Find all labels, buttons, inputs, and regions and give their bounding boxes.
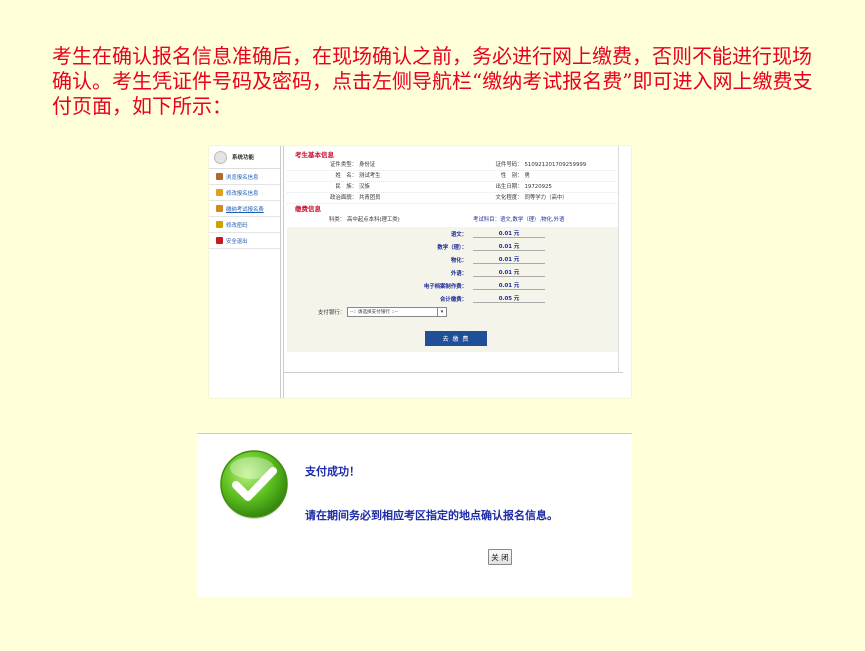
fee-row: 外语： 0.01 元: [287, 266, 618, 279]
field-label: 政治面貌：: [330, 195, 357, 201]
field-value: 同等学力（高中）: [524, 195, 568, 201]
info-row: 民 族： 汉族 出生日期： 19720925: [287, 182, 618, 193]
sidebar-header-label: 系统功能: [232, 155, 255, 161]
sidebar-item-change-password[interactable]: 修改密码: [209, 217, 280, 233]
bank-select[interactable]: --:: 请选择支付银行 ::-- ▾: [347, 307, 447, 317]
subject-label: 科类：: [328, 217, 345, 223]
bank-label: 支付银行：: [318, 310, 345, 316]
intro-paragraph: 考生在确认报名信息准确后，在现场确认之前，务必进行网上缴费，否则不能进行现场确认…: [52, 44, 813, 118]
pen-paper-icon: [216, 205, 223, 212]
fee-value: 0.01 元: [473, 255, 545, 264]
pencil-icon: [216, 189, 223, 196]
field-label: 证件类型：: [330, 162, 357, 168]
field-label: 民 族：: [335, 184, 357, 190]
sidebar: 系统功能 浏览报名信息 修改报名信息 缴纳考试报名费 修改密码 安全退出: [209, 146, 281, 398]
fee-value: 0.01 元: [473, 268, 545, 277]
subject-value: 高中起点本科(理工类): [347, 217, 400, 223]
main-content: 考生基本信息 证件类型： 身份证 证件号码： 510921201709259999 …: [287, 150, 618, 352]
field-value: 测试考生: [359, 173, 381, 179]
fee-total-row: 合计缴费： 0.05 元: [287, 292, 618, 305]
field-label: 出生日期：: [495, 184, 523, 190]
field-label: 文化程度：: [495, 195, 523, 201]
subject-row: 科类： 高中起点本科(理工类) 考试科目：语文,数学（理）,物化,外语: [287, 214, 618, 226]
fee-table: 语文： 0.01 元 数学（理）： 0.01 元 物化： 0.01 元 外语： 0.01…: [287, 227, 618, 352]
fee-value: 0.01 元: [473, 229, 545, 238]
divider: [283, 372, 623, 373]
sidebar-item-label: 修改密码: [226, 222, 248, 229]
field-label: 性 别：: [500, 173, 523, 179]
fee-value: 0.01 元: [473, 242, 545, 251]
fee-row: 电子档案制作费： 0.01 元: [287, 279, 618, 292]
fee-value: 0.05 元: [473, 294, 545, 303]
bank-select-value: --:: 请选择支付银行 ::--: [350, 310, 398, 315]
field-value: 男: [524, 173, 530, 179]
info-row: 证件类型： 身份证 证件号码： 510921201709259999: [287, 160, 618, 171]
fee-value: 0.01 元: [473, 281, 545, 290]
fee-row: 语文： 0.01 元: [287, 227, 618, 240]
sidebar-item-view-info[interactable]: 浏览报名信息: [209, 169, 280, 185]
system-icon: [214, 150, 227, 164]
check-circle-icon: [220, 450, 288, 519]
exam-subjects: 考试科目：语文,数学（理）,物化,外语: [473, 217, 565, 223]
field-value: 汉族: [359, 184, 370, 190]
fee-info-title: 缴费信息: [295, 205, 321, 213]
fee-label: 电子档案制作费：: [423, 283, 467, 290]
sidebar-item-logout[interactable]: 安全退出: [209, 233, 280, 249]
field-value: 19720925: [524, 184, 552, 190]
field-label: 姓 名：: [335, 173, 357, 179]
field-label: 证件号码：: [495, 162, 523, 168]
sidebar-item-label: 安全退出: [226, 238, 248, 245]
field-value: 510921201709259999: [524, 162, 587, 168]
fee-label: 物化：: [450, 257, 467, 264]
sidebar-item-label: 浏览报名信息: [226, 174, 259, 181]
bank-row: 支付银行： --:: 请选择支付银行 ::-- ▾: [287, 305, 618, 319]
divider: [283, 146, 284, 398]
close-button[interactable]: 关 闭: [488, 549, 512, 565]
exit-icon: [216, 237, 223, 244]
fee-row: 数学（理）： 0.01 元: [287, 240, 618, 253]
sidebar-item-edit-info[interactable]: 修改报名信息: [209, 185, 280, 201]
divider: [197, 433, 632, 434]
fee-label: 数学（理）：: [437, 244, 467, 251]
payment-page-screenshot: 系统功能 浏览报名信息 修改报名信息 缴纳考试报名费 修改密码 安全退出 考生基…: [209, 146, 631, 398]
sidebar-item-label: 修改报名信息: [226, 190, 259, 197]
divider: [618, 146, 619, 372]
success-message: 请在期间务必到相应考区指定的地点确认报名信息。: [305, 509, 558, 522]
fee-label: 合计缴费：: [440, 296, 467, 303]
fee-row: 物化： 0.01 元: [287, 253, 618, 266]
sidebar-header: 系统功能: [209, 146, 280, 169]
chevron-down-icon[interactable]: ▾: [437, 308, 446, 316]
info-row: 政治面貌： 共青团员 文化程度： 同等学力（高中）: [287, 193, 618, 204]
payment-success-screenshot: 支付成功！ 请在期间务必到相应考区指定的地点确认报名信息。 关 闭: [197, 433, 632, 597]
field-value: 身份证: [359, 162, 376, 168]
sidebar-item-pay-fee[interactable]: 缴纳考试报名费: [209, 201, 280, 217]
fee-label: 外语：: [450, 270, 467, 277]
basic-info-title: 考生基本信息: [295, 151, 334, 159]
success-title: 支付成功！: [305, 465, 360, 478]
pay-button[interactable]: 去 缴 费: [425, 331, 487, 346]
info-row: 姓 名： 测试考生 性 别：男: [287, 171, 618, 182]
field-value: 共青团员: [359, 195, 381, 201]
key-icon: [216, 221, 223, 228]
sidebar-item-label: 缴纳考试报名费: [226, 206, 264, 213]
fee-label: 语文：: [450, 231, 467, 238]
book-icon: [216, 173, 223, 180]
